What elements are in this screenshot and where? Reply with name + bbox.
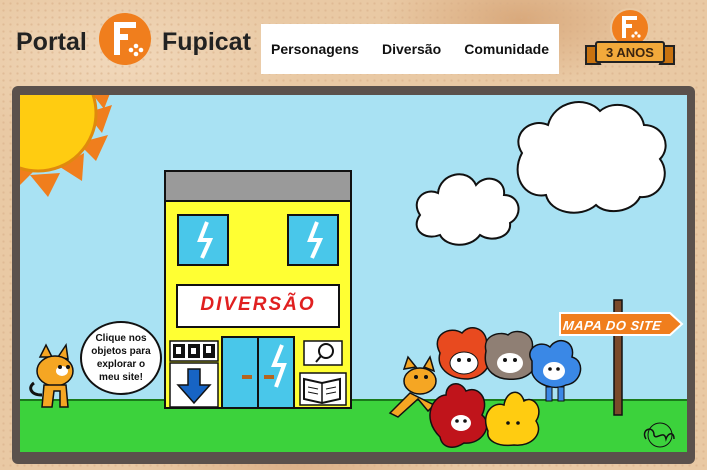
arrow-down-icon[interactable] [169,362,219,408]
sun-icon[interactable] [20,95,114,197]
red-character[interactable] [436,327,491,380]
nav-personagens[interactable]: Personagens [271,41,359,57]
cloud-large[interactable] [516,101,667,214]
nav-comunidade[interactable]: Comunidade [464,41,549,57]
blue-character[interactable] [529,339,582,402]
cloud-small[interactable] [415,173,520,246]
puzzle-icon[interactable] [169,340,219,362]
speech-bubble: Clique nos objetos para explorar o meu s… [80,321,162,395]
site-map-sign-text[interactable]: MAPA DO SITE [562,318,674,333]
cat-mascot[interactable] [29,342,74,408]
anniversary-badge[interactable]: 3 ANOS [582,6,678,76]
main-nav: Personagens Diversão Comunidade [261,24,559,74]
book-icon[interactable] [299,372,347,406]
nav-diversao[interactable]: Diversão [382,41,441,57]
logo-text-portal: Portal [16,28,87,56]
diversao-sign-text[interactable]: DIVERSÃO [178,294,338,316]
search-document-icon[interactable] [303,340,343,366]
scene-canvas [20,95,687,452]
grey-character[interactable] [484,330,538,380]
badge-graphic-icon [585,8,675,65]
badge-label: 3 ANOS [606,45,654,60]
building[interactable] [164,170,352,409]
site-logo[interactable]: Portal Fupicat [14,12,259,72]
fupicat-logo-icon [99,13,151,65]
grass [20,400,687,452]
logo-text-fupicat: Fupicat [162,28,251,56]
